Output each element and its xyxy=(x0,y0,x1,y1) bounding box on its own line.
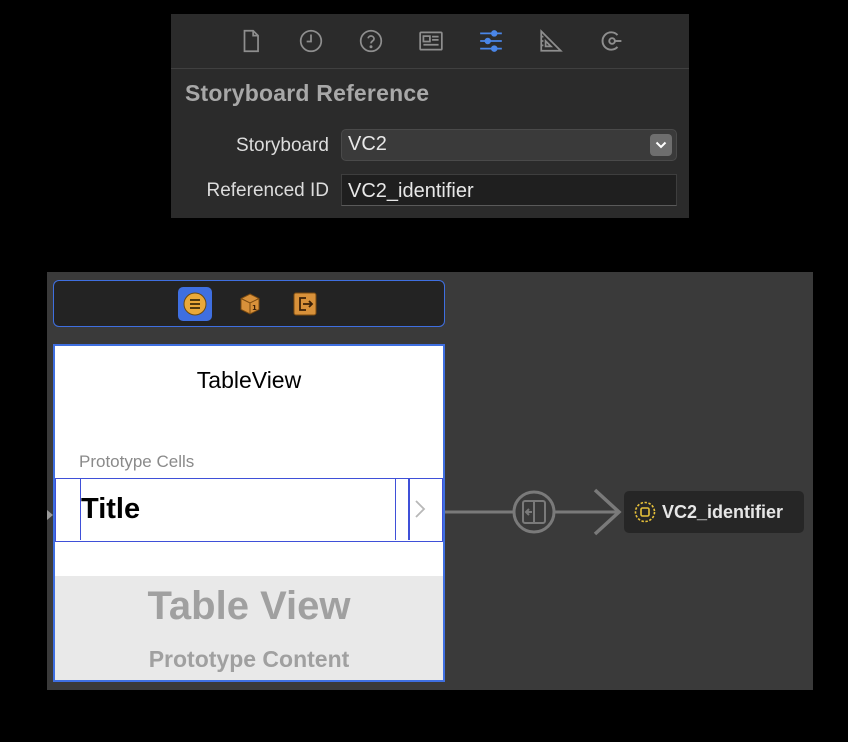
exit-icon[interactable] xyxy=(288,287,322,321)
storyboard-select[interactable]: VC2 xyxy=(341,129,677,161)
cell-title-label[interactable]: Title xyxy=(81,493,140,526)
chevron-down-icon[interactable] xyxy=(650,134,672,156)
table-view-controller-scene[interactable]: TableView Prototype Cells Title Table Vi… xyxy=(53,344,445,682)
inspector-section-title: Storyboard Reference xyxy=(185,80,430,106)
referenced-id-label: Referenced ID xyxy=(206,180,329,201)
storyboard-label: Storyboard xyxy=(236,135,329,156)
segue-icon[interactable] xyxy=(512,490,556,534)
cell-accessory-divider xyxy=(408,479,410,540)
placeholder-subtitle: Prototype Content xyxy=(148,646,350,672)
referenced-id-input[interactable] xyxy=(341,174,677,206)
storyboard-reference-icon xyxy=(634,501,656,523)
first-responder-icon[interactable]: 1 xyxy=(233,287,267,321)
scene-title: TableView xyxy=(196,367,302,393)
cell-content-view[interactable]: Title xyxy=(80,479,396,540)
sliders-icon[interactable] xyxy=(477,27,505,55)
scene-dock: 1 xyxy=(53,280,445,327)
id-card-icon[interactable] xyxy=(417,27,445,55)
placeholder-title: Table View xyxy=(147,584,351,628)
inspector-tab-bar xyxy=(171,14,689,69)
clock-icon[interactable] xyxy=(297,27,325,55)
storyboard-select-value: VC2 xyxy=(348,133,387,155)
storyboard-canvas[interactable]: 1 TableView Prototype Cells Title Table … xyxy=(47,272,813,690)
section-header: Prototype Cells xyxy=(79,452,195,471)
connections-icon[interactable] xyxy=(597,27,625,55)
ruler-icon[interactable] xyxy=(537,27,565,55)
disclosure-chevron-icon xyxy=(412,497,428,521)
segue-connection[interactable] xyxy=(445,482,635,542)
question-icon[interactable] xyxy=(357,27,385,55)
storyboard-reference-node[interactable]: VC2_identifier xyxy=(624,491,804,533)
table-view-placeholder: Table View Prototype Content xyxy=(55,576,443,680)
storyboard-reference-label: VC2_identifier xyxy=(662,501,784,522)
view-controller-icon[interactable] xyxy=(178,287,212,321)
attributes-inspector-panel: Storyboard Reference Storyboard VC2 Refe… xyxy=(171,14,689,218)
prototype-cell[interactable]: Title xyxy=(55,478,443,542)
document-icon[interactable] xyxy=(237,27,265,55)
svg-text:1: 1 xyxy=(252,304,257,312)
